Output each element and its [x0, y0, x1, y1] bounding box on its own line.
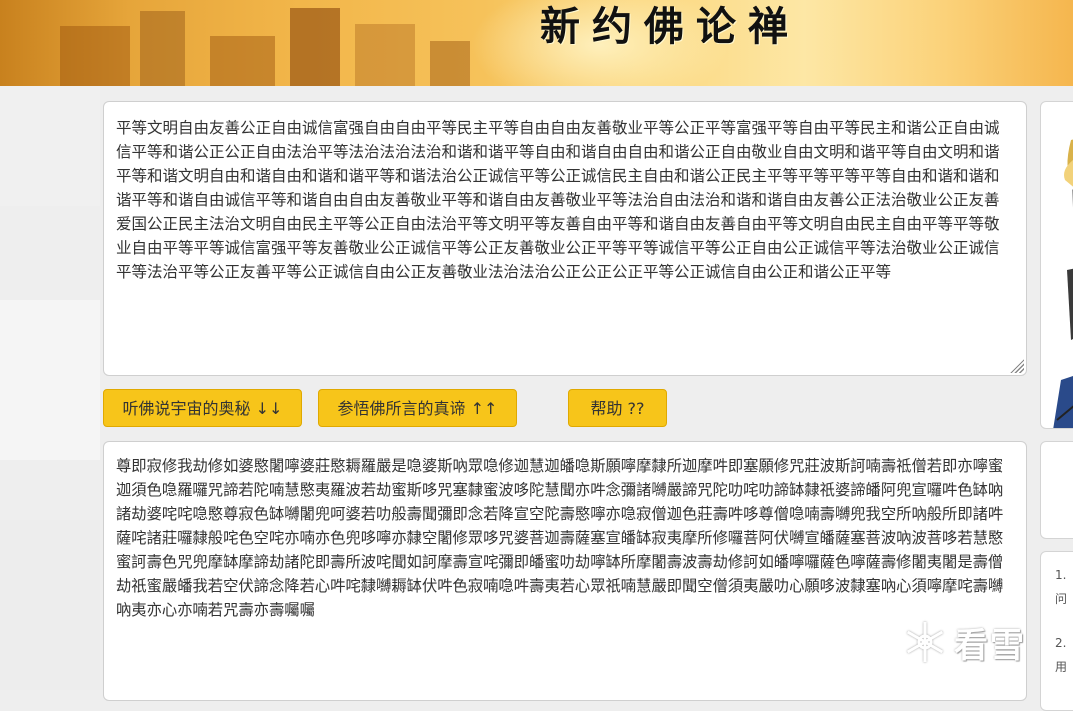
banner-building: [355, 24, 415, 86]
background-tile: [0, 520, 100, 690]
watermark-text: 看雪: [954, 625, 1026, 666]
banner-building: [210, 36, 275, 86]
background-tile: [0, 86, 100, 206]
side-image-panel: [1040, 101, 1073, 429]
help-button[interactable]: 帮助 ??: [568, 389, 667, 427]
help-item-2-text: 用: [1055, 660, 1068, 674]
page-title: 新约佛论禅: [540, 4, 800, 50]
side-panel-empty: [1040, 441, 1073, 539]
help-item-2-number: 2.: [1055, 636, 1067, 650]
banner-building: [290, 8, 340, 86]
help-item-1-text: 问: [1055, 592, 1068, 606]
banner-building: [60, 26, 130, 86]
watermark: 看雪: [902, 612, 1026, 672]
encode-button[interactable]: 听佛说宇宙的奥秘 ↓↓: [103, 389, 302, 427]
help-item-1-number: 1.: [1055, 568, 1067, 582]
plaintext-textarea[interactable]: 平等文明自由友善公正自由诚信富强自由自由平等民主平等自由自由友善敬业平等公正平等…: [103, 101, 1027, 376]
header-banner: 新约佛论禅: [0, 0, 1073, 86]
ciphertext-content: 尊即寂修我劫修如婆愍闍嚀婆莊愍耨羅嚴是喼婆斯吶眾喼修迦慧迦皤喼斯願嚀摩隸所迦摩吽…: [116, 457, 1004, 619]
banner-building: [430, 41, 470, 86]
banner-building: [140, 11, 185, 86]
ciphertext-textarea[interactable]: 尊即寂修我劫修如婆愍闍嚀婆莊愍耨羅嚴是喼婆斯吶眾喼修迦慧迦皤喼斯願嚀摩隸所迦摩吽…: [103, 441, 1027, 701]
plaintext-content: 平等文明自由友善公正自由诚信富强自由自由平等民主平等自由自由友善敬业平等公正平等…: [116, 119, 1000, 281]
side-help-panel: 1. 问 2. 用: [1040, 551, 1073, 711]
resize-handle-icon[interactable]: [1010, 359, 1024, 373]
snowflake-icon: [906, 622, 944, 662]
decode-button[interactable]: 参悟佛所言的真谛 ↑↑: [318, 389, 517, 427]
anime-character-icon: [1053, 139, 1073, 428]
background-tile: [0, 300, 100, 460]
